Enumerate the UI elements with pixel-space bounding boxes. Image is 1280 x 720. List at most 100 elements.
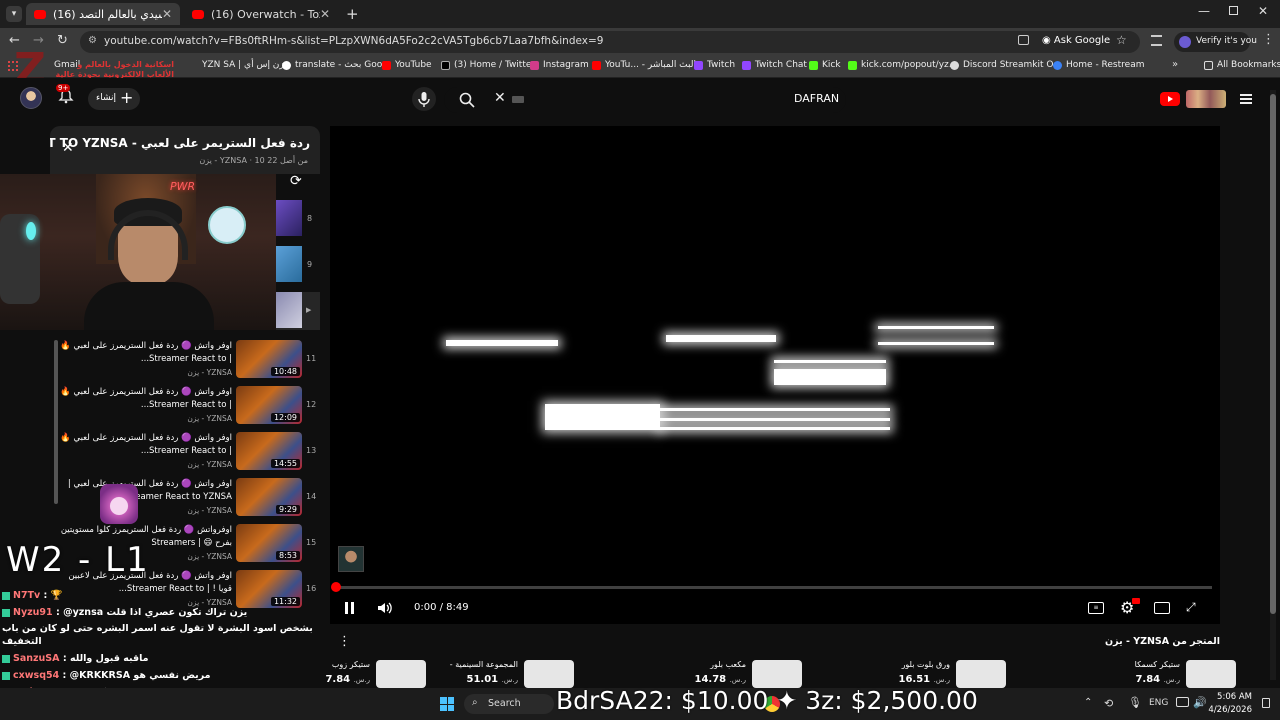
page-scrollbar[interactable] bbox=[1270, 90, 1276, 680]
mic-icon bbox=[418, 92, 430, 107]
more-bookmarks-icon[interactable]: » bbox=[1172, 59, 1178, 70]
item-channel: يزن - YZNSA bbox=[187, 598, 232, 607]
miniplayer-button[interactable] bbox=[1154, 602, 1170, 614]
avatar[interactable] bbox=[20, 87, 42, 109]
install-icon[interactable] bbox=[1018, 35, 1029, 45]
bookmark-star-icon[interactable]: ☆ bbox=[1116, 33, 1127, 47]
menu-kebab-icon[interactable]: ⋮ bbox=[1262, 32, 1275, 47]
search-box[interactable]: ✕ DAFRAN bbox=[444, 87, 846, 113]
close-tab-icon[interactable]: ✕ bbox=[162, 7, 172, 21]
playlist-item-9[interactable]: 9 bbox=[276, 246, 320, 284]
windows-start-icon[interactable] bbox=[440, 697, 454, 711]
close-window-button[interactable]: ✕ bbox=[1258, 4, 1268, 18]
taskbar-search[interactable]: ⌕ Search bbox=[464, 694, 554, 714]
new-tab-button[interactable]: + bbox=[346, 5, 359, 23]
tab-active[interactable]: (16) أفضل كاسيدي بالعالم التصد... ✕ bbox=[26, 3, 180, 25]
bookmark-twitch-chat[interactable]: Twitch Chat bbox=[742, 60, 807, 70]
tab-search-icon[interactable] bbox=[1151, 35, 1162, 46]
bookmark-yznsa[interactable]: YZN SA | يزن إس أي bbox=[202, 60, 287, 70]
clock-time[interactable]: 5:06 AM bbox=[1216, 692, 1252, 702]
store-product[interactable]: ستيكر كسمكا ر.س. 7.84 bbox=[1110, 656, 1240, 688]
channel-watermark[interactable] bbox=[338, 546, 364, 572]
playlist-item-14[interactable]: اوفر واتش 🟣 ردة فعل الستريمرز على لعبي |… bbox=[60, 478, 320, 524]
network-icon[interactable] bbox=[1176, 697, 1189, 707]
tray-app-icon[interactable]: ⟲ bbox=[1104, 697, 1113, 710]
tab-overwatch[interactable]: (16) Overwatch - Toxic Rank 1 F ✕ bbox=[184, 3, 338, 25]
search-icon[interactable] bbox=[458, 91, 476, 109]
profile-chip[interactable]: Verify it's you bbox=[1174, 32, 1257, 52]
item-title: اوفر واتش 🟣 ردة فعل الستريمرز على لعبي 🔥… bbox=[60, 387, 232, 410]
progress-bar[interactable] bbox=[331, 582, 1212, 592]
bookmark-twitch[interactable]: Twitch bbox=[694, 60, 735, 70]
bookmark-youtube-live[interactable]: YouTu... - البث المباشر bbox=[592, 60, 696, 70]
scrubber-handle[interactable] bbox=[331, 582, 341, 592]
playlist-item-13[interactable]: اوفر واتش 🟣 ردة فعل الستريمرز على لعبي 🔥… bbox=[60, 432, 320, 478]
glitch-bar bbox=[446, 340, 558, 346]
chat-text: 🏆 bbox=[50, 590, 63, 601]
maximize-button[interactable] bbox=[1229, 6, 1238, 15]
voice-search-button[interactable] bbox=[412, 87, 436, 111]
playlist-item-10[interactable]: ▶ bbox=[276, 292, 320, 330]
playlist-item-11[interactable]: اوفر واتش 🟣 ردة فعل الستريمرز على لعبي 🔥… bbox=[60, 340, 320, 386]
clear-search-icon[interactable]: ✕ bbox=[494, 90, 506, 106]
subtitles-button[interactable]: ≡ bbox=[1088, 602, 1104, 614]
clock-date[interactable]: 4/26/2026 bbox=[1208, 705, 1252, 715]
product-price: ر.س. 16.51 bbox=[898, 674, 950, 685]
playlist-item-12[interactable]: اوفر واتش 🟣 ردة فعل الستريمرز على لعبي 🔥… bbox=[60, 386, 320, 432]
fullscreen-icon[interactable]: ⤢ bbox=[1186, 600, 1196, 615]
all-bookmarks[interactable]: All Bookmarks bbox=[1204, 60, 1280, 70]
volume-button[interactable] bbox=[376, 599, 394, 617]
store-product[interactable]: ورق بلوت بلور ر.س. 16.51 bbox=[880, 656, 1010, 688]
playlist-scrollbar[interactable] bbox=[54, 340, 58, 504]
item-index: 9 bbox=[307, 260, 313, 269]
product-image bbox=[524, 660, 574, 688]
language-indicator[interactable]: ENG bbox=[1149, 698, 1168, 708]
bookmark-youtube[interactable]: YouTube bbox=[382, 60, 432, 70]
loop-icon[interactable]: ⟳ bbox=[290, 173, 302, 189]
video-player[interactable]: 0:00 / 8:49 ≡ ⚙ ⤢ bbox=[330, 126, 1220, 624]
close-tab-icon[interactable]: ✕ bbox=[320, 7, 330, 21]
chat-username[interactable]: Nyzu91 bbox=[13, 607, 53, 618]
thumbnail: 12:09 bbox=[236, 386, 302, 424]
notification-center-icon[interactable] bbox=[1262, 698, 1270, 708]
guide-menu-icon[interactable] bbox=[1240, 94, 1252, 104]
notifications-bell-icon[interactable]: 9+ bbox=[56, 84, 74, 104]
reload-button[interactable]: ↻ bbox=[57, 33, 68, 48]
item-index: 8 bbox=[307, 214, 313, 223]
speaker-icon[interactable]: 🔊 bbox=[1193, 696, 1207, 709]
address-bar[interactable]: ⚙ youtube.com/watch?v=FBs0ftRHm-s&list=P… bbox=[80, 31, 1140, 53]
glitch-bar bbox=[666, 335, 776, 342]
glitch-bar bbox=[660, 408, 890, 411]
playlist-title[interactable]: ردة فعل الستريمر على لعبي - REACT TO YZN… bbox=[50, 136, 310, 150]
bookmark-translate[interactable]: translate - بحث Goo... bbox=[282, 60, 391, 70]
store-product[interactable]: مكعب بلور ر.س. 14.78 bbox=[676, 656, 806, 688]
tray-chevron-icon[interactable]: ⌃ bbox=[1084, 697, 1092, 708]
chat-username[interactable]: SanzuSA bbox=[13, 653, 60, 664]
bookmark-kick[interactable]: Kick bbox=[809, 60, 841, 70]
chat-username[interactable]: cxwsq54 bbox=[13, 670, 59, 681]
duration-badge: 8:53 bbox=[276, 551, 300, 560]
bookmark-instagram[interactable]: Instagram bbox=[530, 60, 589, 70]
bookmark-twitter[interactable]: (3) Home / Twitter bbox=[441, 60, 535, 70]
playlist-item-8[interactable]: 8 bbox=[276, 200, 320, 238]
chat-username[interactable]: N7Tv bbox=[13, 590, 40, 601]
bookmark-kick-popout[interactable]: kick.com/popout/yz... bbox=[848, 60, 957, 70]
bookmark-discord[interactable]: Discord Streamkit O... bbox=[950, 60, 1062, 70]
create-button[interactable]: إنشاء + bbox=[88, 88, 140, 110]
ask-google-button[interactable]: ◉ Ask Google bbox=[1042, 35, 1110, 46]
keyboard-icon[interactable] bbox=[512, 96, 524, 103]
site-info-icon[interactable]: ⚙ bbox=[88, 35, 97, 46]
more-options-icon[interactable]: ⋮ bbox=[338, 634, 351, 649]
plus-icon: + bbox=[120, 88, 134, 107]
browser-toolbar: ← → ↻ ⚙ youtube.com/watch?v=FBs0ftRHm-s&… bbox=[0, 28, 1280, 56]
store-product[interactable]: المجموعة السينمية - ساعة في بلور ر.س. 51.… bbox=[448, 656, 578, 688]
pause-button[interactable] bbox=[344, 602, 356, 614]
search-input[interactable]: DAFRAN bbox=[794, 92, 839, 105]
close-playlist-icon[interactable]: ✕ bbox=[62, 140, 74, 156]
tab-list-button[interactable]: ▾ bbox=[6, 6, 22, 22]
store-product[interactable]: ستيكر زوب ر.س. 7.84 bbox=[300, 656, 430, 688]
minimize-button[interactable]: — bbox=[1198, 4, 1210, 18]
youtube-logo-icon[interactable] bbox=[1160, 92, 1180, 106]
tray-mic-icon[interactable]: 🎙 bbox=[1128, 696, 1142, 709]
bookmark-restream[interactable]: Home - Restream bbox=[1053, 60, 1144, 70]
